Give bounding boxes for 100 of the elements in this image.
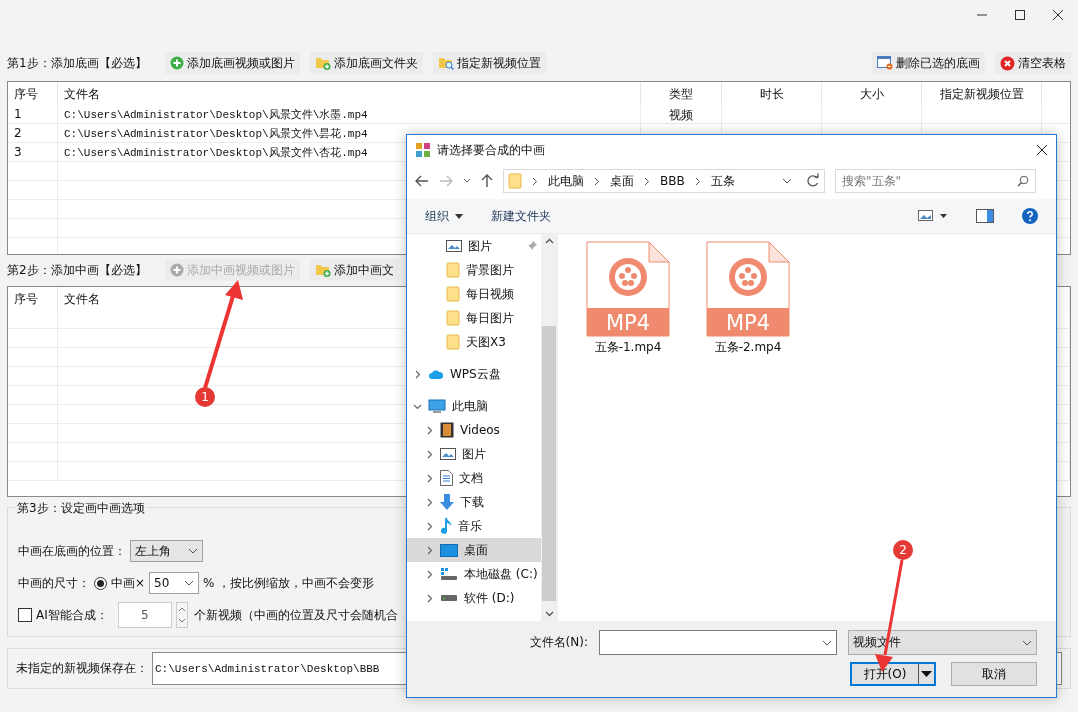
nav-item[interactable]: 每日图片 [407, 306, 541, 330]
nav-item[interactable]: 本地磁盘 (C:) [407, 562, 541, 586]
scroll-down-icon[interactable] [544, 611, 554, 617]
scale-dropdown[interactable]: 50 [149, 572, 200, 594]
toolbar-button[interactable]: 添加底画文件夹 [309, 52, 423, 74]
breadcrumb-item[interactable]: 此电脑 [548, 172, 584, 190]
computer-icon [428, 398, 446, 414]
nav-item[interactable]: 桌面 [407, 538, 541, 562]
view-icon[interactable] [918, 210, 948, 222]
nav-item[interactable]: 天图X3 [407, 330, 541, 354]
preview-pane-icon[interactable] [976, 209, 994, 223]
file-item[interactable]: MP4 五条-1.mp4 [586, 241, 670, 356]
folder-icon [446, 334, 460, 350]
toolbar-button[interactable]: 添加中画文 [309, 259, 399, 281]
up-arrow-icon[interactable] [481, 174, 493, 188]
step-label: 第2步：添加中画【必选】 [7, 261, 147, 279]
radio-button[interactable] [94, 576, 107, 590]
chevron-right-icon[interactable] [425, 593, 434, 603]
field-label: 中画在底画的位置： [18, 542, 126, 560]
nav-item[interactable]: 每日视频 [407, 282, 541, 306]
scrollbar[interactable] [541, 234, 557, 621]
column-header[interactable]: 时长 [722, 82, 822, 105]
toolbar-button[interactable]: 指定新视频位置 [432, 52, 546, 74]
file-name-field[interactable] [599, 630, 837, 655]
chevron-right-icon [644, 176, 650, 186]
chevron-right-icon[interactable] [425, 473, 434, 483]
pictures-icon [446, 240, 462, 252]
dialog-button[interactable]: 取消 [951, 662, 1037, 686]
checkbox[interactable] [18, 608, 32, 622]
field-label: 未指定的新视频保存在： [16, 660, 148, 677]
nav-item[interactable]: 文档 [407, 466, 541, 490]
folder-add-icon [314, 56, 331, 70]
column-header[interactable]: 文件名 [58, 82, 641, 105]
field-label: 中画的尺寸： [18, 574, 90, 592]
drive-icon [440, 594, 458, 602]
chevron-right-icon [532, 176, 538, 186]
film-icon [440, 422, 454, 438]
nav-item[interactable]: WPS云盘 [407, 362, 541, 386]
folder-icon [508, 173, 522, 189]
spin-arrows-icon[interactable] [175, 602, 188, 628]
nav-item[interactable]: 背景图片 [407, 258, 541, 282]
chevron-right-icon[interactable] [413, 369, 422, 379]
app-icon [415, 142, 431, 158]
nav-item[interactable]: Videos [407, 418, 541, 442]
toolbar-button[interactable]: 删除已选的底画 [872, 52, 985, 74]
help-icon[interactable] [1022, 208, 1038, 224]
radio-label[interactable]: 中画× [111, 574, 146, 592]
chevron-down-icon[interactable] [463, 178, 471, 184]
folder-icon [446, 310, 460, 326]
table-cell: 1 [8, 105, 58, 124]
dialog-button[interactable]: 打开(O) [850, 662, 936, 686]
count-spinner[interactable]: 5 [117, 602, 172, 628]
new-folder-button[interactable]: 新建文件夹 [491, 207, 551, 225]
desktop-icon [440, 543, 458, 557]
nav-item[interactable]: 音乐 [407, 514, 541, 538]
dialog-title: 请选择要合成的中画 [437, 141, 546, 159]
nav-item[interactable]: 图片 [407, 234, 541, 258]
checkbox-label[interactable]: AI智能合成： [36, 606, 108, 624]
close-icon[interactable] [1053, 10, 1063, 20]
column-header[interactable]: 大小 [822, 82, 922, 105]
file-item[interactable]: MP4 五条-2.mp4 [706, 241, 790, 356]
close-icon[interactable] [1036, 144, 1048, 156]
chevron-right-icon[interactable] [425, 569, 434, 579]
folder-search-icon [437, 56, 454, 70]
toolbar-button[interactable]: 清空表格 [995, 52, 1071, 74]
table-cell: 2 [8, 124, 58, 142]
maximize-icon[interactable] [1015, 10, 1025, 20]
nav-item[interactable]: 软件 (D:) [407, 586, 541, 610]
folder-add-icon [314, 263, 331, 277]
column-header[interactable]: 序号 [8, 82, 58, 105]
breadcrumb-item[interactable]: BBB [660, 174, 685, 188]
chevron-right-icon[interactable] [425, 425, 434, 435]
table-cell: 3 [8, 143, 58, 161]
hint-text: % ，按比例缩放，中画不会变形 [203, 574, 375, 592]
field-label: 文件名(N): [529, 634, 588, 651]
document-icon [440, 470, 453, 486]
drive-icon [440, 567, 458, 581]
search-field[interactable]: 搜索"五条" [835, 169, 1036, 193]
scroll-up-icon[interactable] [544, 238, 554, 244]
address-bar[interactable]: 此电脑 桌面 BBB 五条 [503, 169, 825, 193]
position-dropdown[interactable]: 左上角 [130, 540, 203, 562]
nav-item[interactable]: 此电脑 [407, 394, 541, 418]
chevron-right-icon[interactable] [425, 449, 434, 459]
caret-icon [455, 213, 463, 219]
toolbar-button[interactable]: 添加底画视频或图片 [164, 52, 300, 74]
organize-menu[interactable]: 组织 [425, 207, 463, 225]
chevron-right-icon[interactable] [425, 521, 434, 531]
breadcrumb-item[interactable]: 五条 [710, 172, 735, 190]
column-header[interactable]: 序号 [8, 287, 58, 310]
chevron-right-icon[interactable] [425, 497, 434, 507]
breadcrumb-item[interactable]: 桌面 [610, 172, 634, 190]
chevron-right-icon[interactable] [425, 545, 434, 555]
nav-item[interactable]: 下载 [407, 490, 541, 514]
add-icon [169, 263, 184, 277]
column-header[interactable]: 类型 [641, 82, 722, 105]
nav-item[interactable]: 图片 [407, 442, 541, 466]
add-icon [169, 56, 184, 70]
back-arrow-icon[interactable] [415, 175, 429, 187]
file-name: 五条-2.mp4 [714, 339, 782, 356]
column-header[interactable]: 指定新视频位置 [922, 82, 1042, 105]
